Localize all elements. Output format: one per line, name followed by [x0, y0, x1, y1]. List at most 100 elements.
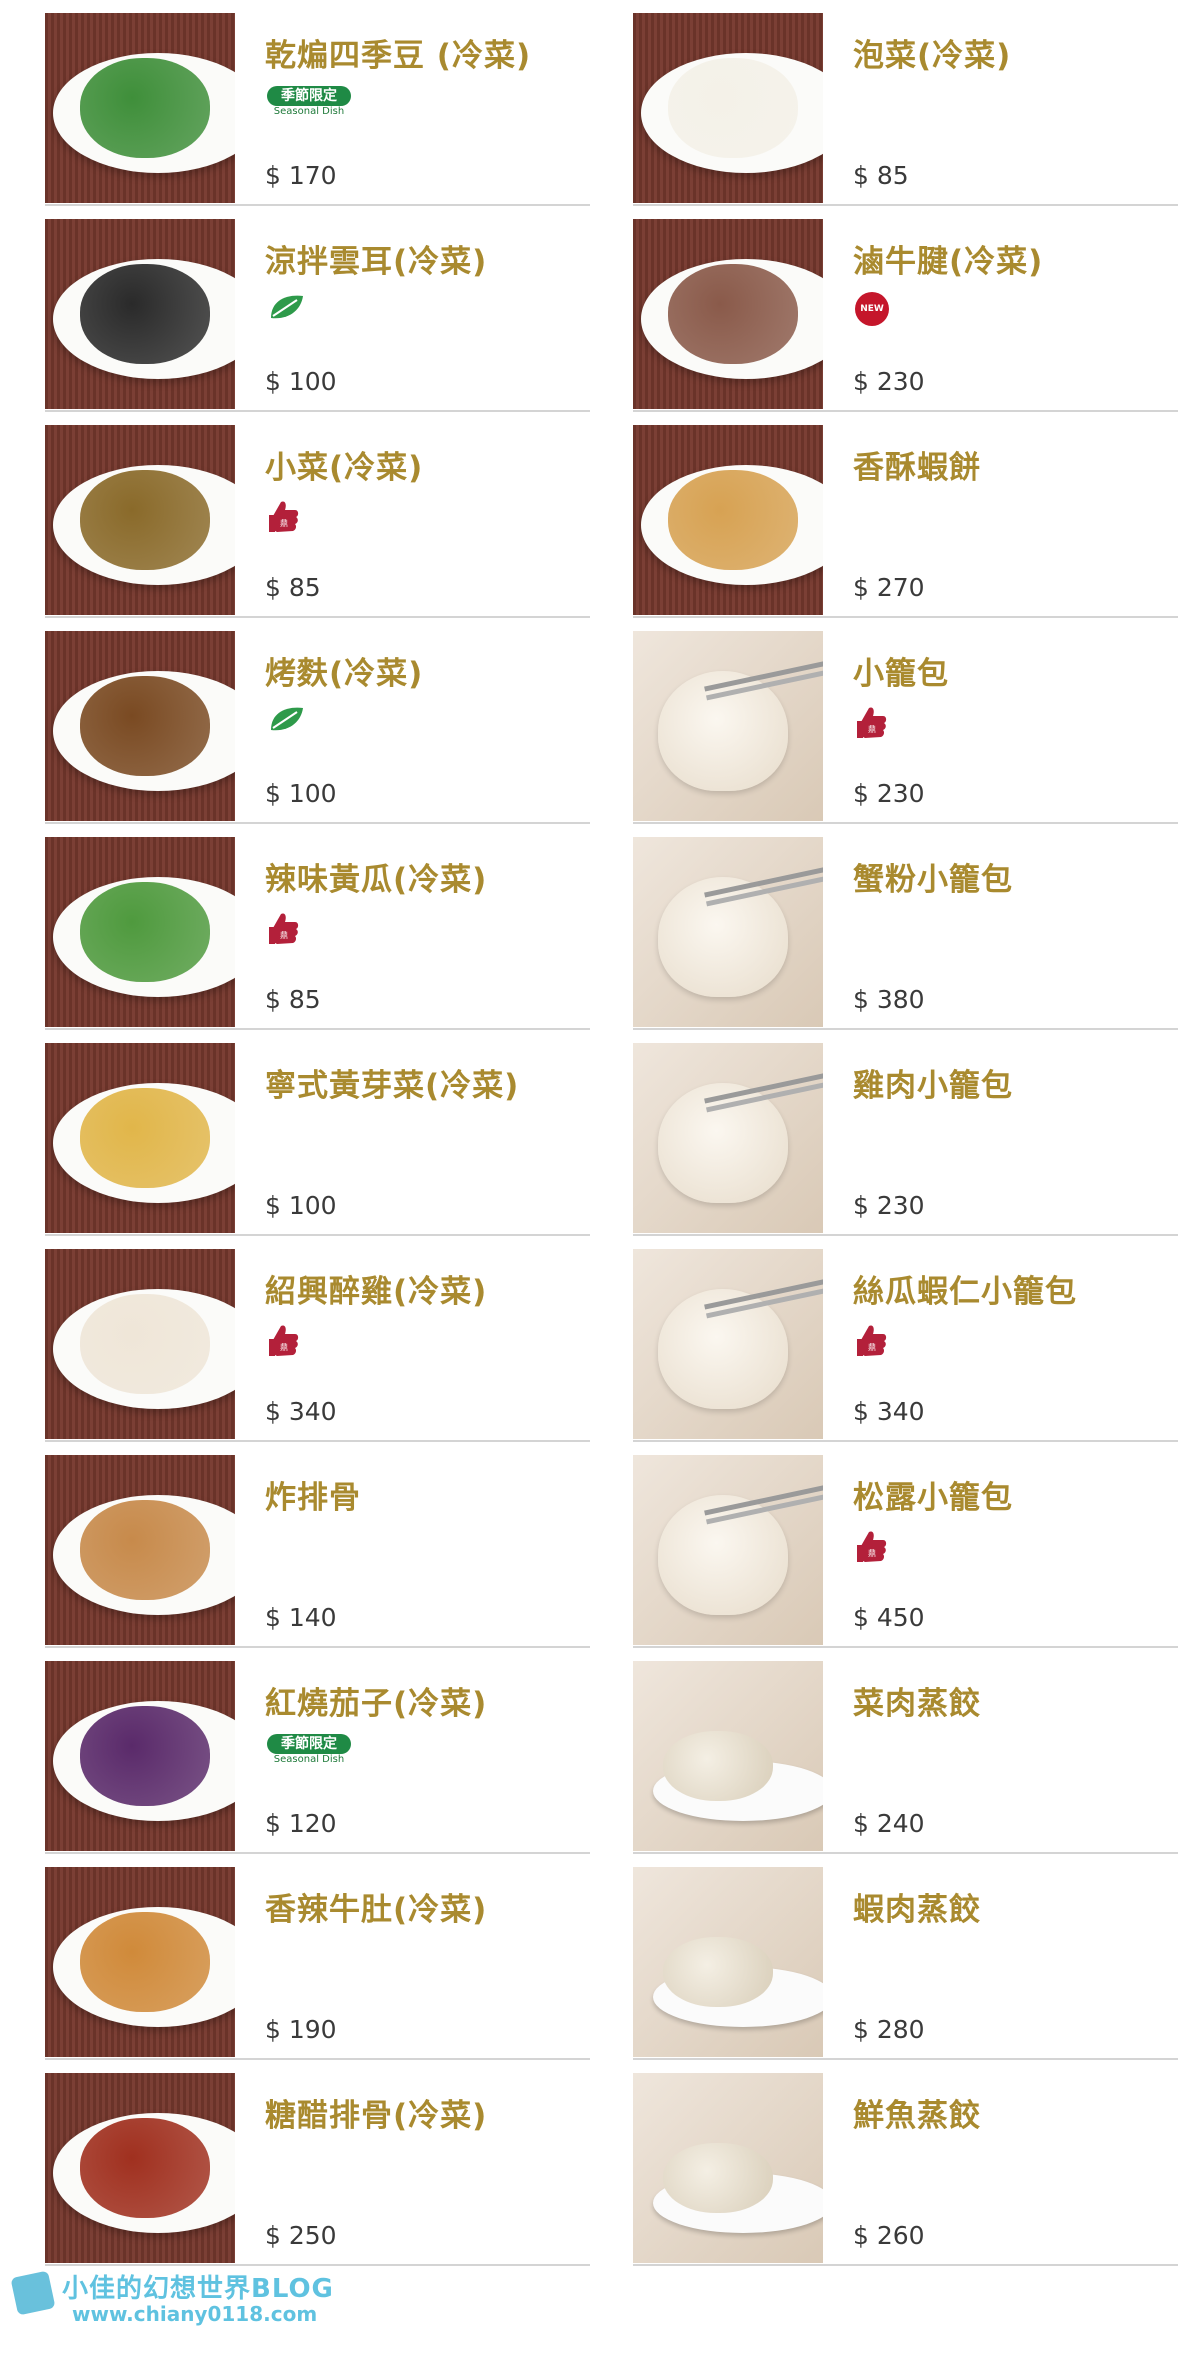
- menu-column-right: 泡菜(冷菜) $ 85 滷牛腱(冷菜) NEW $ 230 香酥蝦餅 $ 270 小籠包鼎 $ …: [633, 0, 1178, 2266]
- thumbs-up-icon: 鼎: [267, 910, 301, 950]
- menu-item[interactable]: 滷牛腱(冷菜) NEW $ 230: [633, 206, 1178, 412]
- dish-photo: [45, 219, 235, 409]
- thumbs-up-icon: 鼎: [855, 1528, 889, 1568]
- seasonal-dish-badge: 季節限定 Seasonal Dish: [267, 86, 351, 122]
- svg-text:鼎: 鼎: [868, 1549, 876, 1558]
- dish-name: 涼拌雲耳(冷菜): [265, 244, 488, 280]
- dish-photo: [633, 1661, 823, 1851]
- dish-price: $ 340: [853, 1397, 925, 1426]
- dish-price: $ 140: [265, 1603, 337, 1632]
- dish-price: $ 190: [265, 2015, 337, 2044]
- menu-item[interactable]: 泡菜(冷菜) $ 85: [633, 0, 1178, 206]
- dish-name: 紅燒茄子(冷菜): [265, 1686, 488, 1722]
- dish-name: 烤麩(冷菜): [265, 656, 424, 692]
- seasonal-badge-text: 季節限定: [267, 1734, 351, 1754]
- menu-item[interactable]: 紹興醉雞(冷菜) 鼎 $ 340: [45, 1236, 590, 1442]
- leaf-icon: [267, 292, 307, 322]
- thumbs-up-icon: 鼎: [855, 704, 889, 744]
- dish-photo: [633, 1043, 823, 1233]
- dish-name: 蝦肉蒸餃: [853, 1892, 981, 1928]
- watermark-url: www.chiany0118.com: [72, 2302, 318, 2326]
- dish-name: 小籠包: [853, 656, 949, 692]
- menu-item[interactable]: 寧式黃芽菜(冷菜) $ 100: [45, 1030, 590, 1236]
- thumbs-up-icon: 鼎: [855, 1322, 889, 1362]
- menu-item[interactable]: 烤麩(冷菜) $ 100: [45, 618, 590, 824]
- menu-item[interactable]: 炸排骨 $ 140: [45, 1442, 590, 1648]
- dish-price: $ 85: [265, 985, 321, 1014]
- thumbs-up-icon: 鼎: [267, 1322, 301, 1362]
- menu-item[interactable]: 菜肉蒸餃 $ 240: [633, 1648, 1178, 1854]
- menu-column-left: 乾煸四季豆 (冷菜) 季節限定 Seasonal Dish $ 170 涼拌雲耳(冷菜)…: [45, 0, 590, 2266]
- dish-photo: [633, 425, 823, 615]
- dish-photo: [45, 1455, 235, 1645]
- dish-price: $ 100: [265, 1191, 337, 1220]
- dish-name: 炸排骨: [265, 1480, 361, 1516]
- menu-item[interactable]: 雞肉小籠包 $ 230: [633, 1030, 1178, 1236]
- seasonal-badge-subtext: Seasonal Dish: [273, 1754, 345, 1765]
- dish-name: 泡菜(冷菜): [853, 38, 1012, 74]
- dish-price: $ 100: [265, 367, 337, 396]
- blog-logo-icon: [10, 2270, 56, 2316]
- dish-name: 寧式黃芽菜(冷菜): [265, 1068, 520, 1104]
- menu-item[interactable]: 香辣牛肚(冷菜) $ 190: [45, 1854, 590, 2060]
- menu-item[interactable]: 絲瓜蝦仁小籠包鼎 $ 340: [633, 1236, 1178, 1442]
- menu-item[interactable]: 乾煸四季豆 (冷菜) 季節限定 Seasonal Dish $ 170: [45, 0, 590, 206]
- dish-price: $ 170: [265, 161, 337, 190]
- menu-item[interactable]: 小籠包鼎 $ 230: [633, 618, 1178, 824]
- menu-item[interactable]: 涼拌雲耳(冷菜) $ 100: [45, 206, 590, 412]
- dish-price: $ 380: [853, 985, 925, 1014]
- dish-price: $ 450: [853, 1603, 925, 1632]
- watermark-title: 小佳的幻想世界BLOG: [62, 2274, 334, 2304]
- dish-price: $ 240: [853, 1809, 925, 1838]
- dish-name: 絲瓜蝦仁小籠包: [853, 1274, 1077, 1310]
- dish-price: $ 230: [853, 367, 925, 396]
- dish-price: $ 85: [265, 573, 321, 602]
- dish-name: 鮮魚蒸餃: [853, 2098, 981, 2134]
- dish-photo: [633, 2073, 823, 2263]
- menu-item[interactable]: 蝦肉蒸餃 $ 280: [633, 1854, 1178, 2060]
- dish-photo: [45, 2073, 235, 2263]
- new-badge: NEW: [855, 292, 889, 326]
- dish-price: $ 260: [853, 2221, 925, 2250]
- dish-price: $ 250: [265, 2221, 337, 2250]
- leaf-icon: [267, 704, 307, 734]
- dish-photo: [45, 1661, 235, 1851]
- dish-name: 辣味黃瓜(冷菜): [265, 862, 488, 898]
- seasonal-badge-subtext: Seasonal Dish: [273, 106, 345, 117]
- thumbs-up-icon: 鼎: [267, 498, 301, 538]
- menu-item[interactable]: 蟹粉小籠包 $ 380: [633, 824, 1178, 1030]
- seasonal-dish-badge: 季節限定 Seasonal Dish: [267, 1734, 351, 1770]
- svg-text:鼎: 鼎: [868, 1343, 876, 1352]
- dish-photo: [45, 1249, 235, 1439]
- dish-name: 紹興醉雞(冷菜): [265, 1274, 488, 1310]
- dish-photo: [633, 219, 823, 409]
- menu-item[interactable]: 小菜(冷菜) 鼎 $ 85: [45, 412, 590, 618]
- menu-item[interactable]: 紅燒茄子(冷菜) 季節限定 Seasonal Dish $ 120: [45, 1648, 590, 1854]
- dish-name: 滷牛腱(冷菜): [853, 244, 1044, 280]
- dish-price: $ 340: [265, 1397, 337, 1426]
- dish-price: $ 270: [853, 573, 925, 602]
- dish-name: 小菜(冷菜): [265, 450, 424, 486]
- svg-text:鼎: 鼎: [280, 519, 288, 528]
- menu-item[interactable]: 辣味黃瓜(冷菜) 鼎 $ 85: [45, 824, 590, 1030]
- dish-price: $ 120: [265, 1809, 337, 1838]
- menu-item[interactable]: 鮮魚蒸餃 $ 260: [633, 2060, 1178, 2266]
- dish-name: 蟹粉小籠包: [853, 862, 1013, 898]
- dish-photo: [45, 425, 235, 615]
- dish-photo: [45, 631, 235, 821]
- dish-price: $ 280: [853, 2015, 925, 2044]
- dish-photo: [45, 1867, 235, 2057]
- dish-photo: [633, 1249, 823, 1439]
- dish-name: 香辣牛肚(冷菜): [265, 1892, 488, 1928]
- dish-photo: [633, 1867, 823, 2057]
- dish-photo: [633, 837, 823, 1027]
- dish-name: 雞肉小籠包: [853, 1068, 1013, 1104]
- menu-item[interactable]: 糖醋排骨(冷菜) $ 250: [45, 2060, 590, 2266]
- dish-photo: [45, 13, 235, 203]
- seasonal-badge-text: 季節限定: [267, 86, 351, 106]
- dish-price: $ 230: [853, 1191, 925, 1220]
- menu-item[interactable]: 香酥蝦餅 $ 270: [633, 412, 1178, 618]
- menu-item[interactable]: 松露小籠包鼎 $ 450: [633, 1442, 1178, 1648]
- dish-photo: [633, 1455, 823, 1645]
- dish-name: 糖醋排骨(冷菜): [265, 2098, 488, 2134]
